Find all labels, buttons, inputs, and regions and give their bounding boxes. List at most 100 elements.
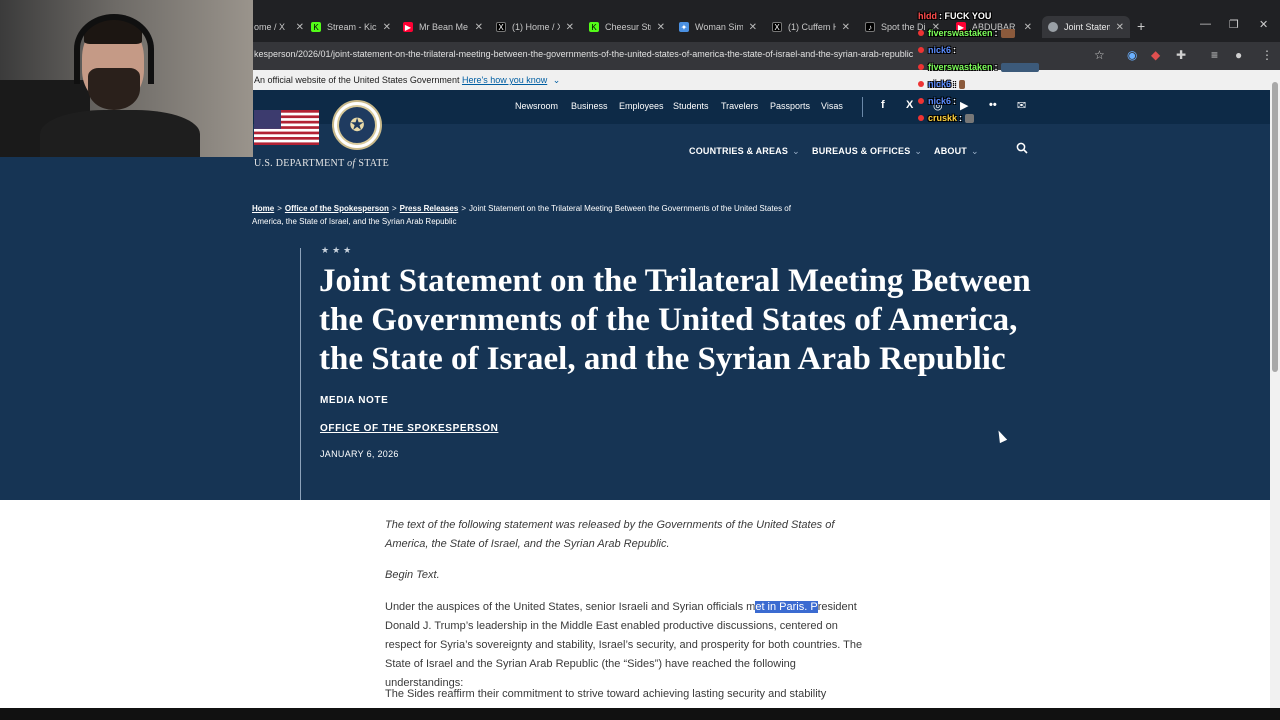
x-logo-icon: X — [772, 22, 782, 32]
new-tab-plus-icon[interactable]: + — [1137, 18, 1145, 34]
chat-message: fiverswastaken: — [918, 25, 1058, 42]
web-page: An official website of the United States… — [0, 70, 1270, 708]
chat-emote-icon — [1000, 29, 1015, 39]
chat-emote-icon — [959, 80, 966, 90]
chat-message: cruskk: — [918, 110, 1058, 127]
breadcrumb-press-releases[interactable]: Press Releases — [400, 204, 459, 213]
chat-username: nick6 — [928, 45, 952, 55]
chat-message: nick6: — [918, 76, 1058, 93]
webcam-overlay — [0, 0, 253, 157]
nav-about[interactable]: ABOUT ⌄ — [934, 146, 979, 157]
article-paragraph: Under the auspices of the United States,… — [385, 598, 875, 693]
heres-how-you-know-link[interactable]: Here's how you know — [462, 75, 547, 85]
minimize-icon[interactable]: — — [1200, 18, 1211, 30]
chat-text: : — [994, 62, 998, 72]
browser-tab[interactable]: ome / X ✕ — [254, 17, 304, 37]
x-icon[interactable]: X — [906, 99, 913, 111]
page-scrollbar[interactable] — [1270, 70, 1280, 708]
nav-employees[interactable]: Employees — [619, 101, 664, 111]
chat-message: fiverswastaken: — [918, 59, 1058, 76]
screen: ome / X ✕ K Stream - Kick ✕ ▶ Mr Bean Me ✕ X (… — [0, 0, 1280, 720]
department-wordmark[interactable]: U.S. DEPARTMENT of STATE — [254, 158, 389, 169]
chat-message: nick6: — [918, 93, 1058, 110]
office-spokesperson-link[interactable]: OFFICE OF THE SPOKESPERSON — [320, 423, 498, 434]
chat-username: fiverswastaken — [928, 28, 993, 38]
nav-divider — [862, 97, 863, 117]
chevron-down-icon[interactable]: ⌄ — [553, 75, 561, 85]
browser-menu-icon[interactable]: ⋮ — [1261, 48, 1273, 62]
close-tab-icon[interactable]: ✕ — [749, 22, 757, 33]
kick-logo-icon: K — [311, 22, 321, 32]
bird-icon: ✦ — [679, 22, 689, 32]
headset-icon — [74, 14, 154, 84]
gov-banner-text: An official website of the United States… — [254, 75, 460, 85]
bookmark-star-icon[interactable]: ☆ — [1094, 48, 1105, 62]
browser-tab[interactable]: X (1) Home / X ✕ — [496, 17, 574, 37]
chat-text: : FUCK YOU — [939, 11, 992, 21]
extensions-puzzle-icon[interactable]: ✚ — [1176, 48, 1186, 62]
close-tab-icon[interactable]: ✕ — [383, 22, 391, 33]
nav-countries-areas[interactable]: COUNTRIES & AREAS ⌄ — [689, 146, 800, 157]
publish-date: JANUARY 6, 2026 — [320, 449, 399, 459]
close-tab-icon[interactable]: ✕ — [475, 22, 483, 33]
nav-visas[interactable]: Visas — [821, 101, 843, 111]
chat-badge-icon — [918, 98, 924, 104]
tiktok-icon: ♪ — [865, 22, 875, 32]
browser-tab[interactable]: ✦ Woman Sim ✕ — [679, 17, 757, 37]
extension-audio-icon[interactable]: ◉ — [1127, 48, 1137, 62]
stars-ornament: ★★★ — [321, 245, 355, 255]
profile-avatar-icon[interactable]: ● — [1235, 48, 1242, 62]
close-tab-icon[interactable]: ✕ — [1116, 22, 1124, 33]
tab-title: Cheesur Stre — [605, 22, 651, 32]
us-flag-icon[interactable] — [254, 110, 319, 145]
chat-badge-icon — [918, 81, 924, 87]
stream-chat-overlay: hldd: FUCK YOU fiverswastaken: nick6: fi… — [918, 8, 1058, 127]
department-seal-icon[interactable]: ✪ — [332, 100, 382, 150]
nav-travelers[interactable]: Travelers — [721, 101, 758, 111]
breadcrumb: Home > Office of the Spokesperson > Press Re… — [252, 202, 812, 228]
scrollbar-thumb[interactable] — [1272, 82, 1278, 372]
breadcrumb-home[interactable]: Home — [252, 204, 274, 213]
browser-tab[interactable]: X (1) Cuffem H ✕ — [772, 17, 850, 37]
article-intro: The text of the following statement was … — [385, 519, 835, 550]
url-field[interactable]: kesperson/2026/01/joint-statement-on-the… — [254, 49, 913, 59]
search-icon[interactable] — [1016, 142, 1028, 154]
paragraph-text: Under the auspices of the United States,… — [385, 601, 756, 613]
chat-username: nick6 — [928, 79, 952, 89]
breadcrumb-office-spokesperson[interactable]: Office of the Spokesperson — [285, 204, 389, 213]
chat-username: nick6 — [928, 96, 952, 106]
chevron-down-icon: ⌄ — [971, 146, 979, 156]
browser-tab[interactable]: ▶ Mr Bean Me ✕ — [403, 17, 483, 37]
chat-text: : — [994, 28, 998, 38]
nav-newsroom[interactable]: Newsroom — [515, 101, 558, 111]
streamer-shirt — [40, 110, 200, 157]
nav-label: ABOUT — [934, 146, 967, 156]
browser-tab[interactable]: K Stream - Kick ✕ — [311, 17, 391, 37]
hero-accent-line — [300, 248, 301, 500]
chat-message: nick6: — [918, 42, 1058, 59]
chat-badge-icon — [918, 30, 924, 36]
nav-students[interactable]: Students — [673, 101, 709, 111]
close-tab-icon[interactable]: ✕ — [296, 22, 304, 33]
x-logo-icon: X — [496, 22, 506, 32]
dept-name-of: of — [347, 158, 356, 169]
youtube-icon: ▶ — [403, 22, 413, 32]
nav-bureaus-offices[interactable]: BUREAUS & OFFICES ⌄ — [812, 146, 922, 157]
dept-name-part: STATE — [358, 158, 390, 169]
close-tab-icon[interactable]: ✕ — [657, 22, 665, 33]
selected-text: et in Paris. P — [755, 601, 818, 613]
browser-tab[interactable]: K Cheesur Stre ✕ — [589, 17, 665, 37]
close-window-icon[interactable]: ✕ — [1259, 18, 1268, 31]
media-control-icon[interactable]: ≡ — [1211, 48, 1218, 62]
chat-username: hldd — [918, 11, 937, 21]
facebook-icon[interactable]: f — [881, 99, 885, 111]
close-tab-icon[interactable]: ✕ — [842, 22, 850, 33]
extension-shield-icon[interactable]: ◆ — [1151, 48, 1160, 62]
nav-passports[interactable]: Passports — [770, 101, 810, 111]
chat-badge-icon — [918, 115, 924, 121]
nav-business[interactable]: Business — [571, 101, 608, 111]
close-tab-icon[interactable]: ✕ — [566, 22, 574, 33]
restore-icon[interactable]: ❐ — [1229, 18, 1239, 31]
chat-emote-icon — [965, 114, 975, 124]
article-type: MEDIA NOTE — [320, 395, 389, 406]
